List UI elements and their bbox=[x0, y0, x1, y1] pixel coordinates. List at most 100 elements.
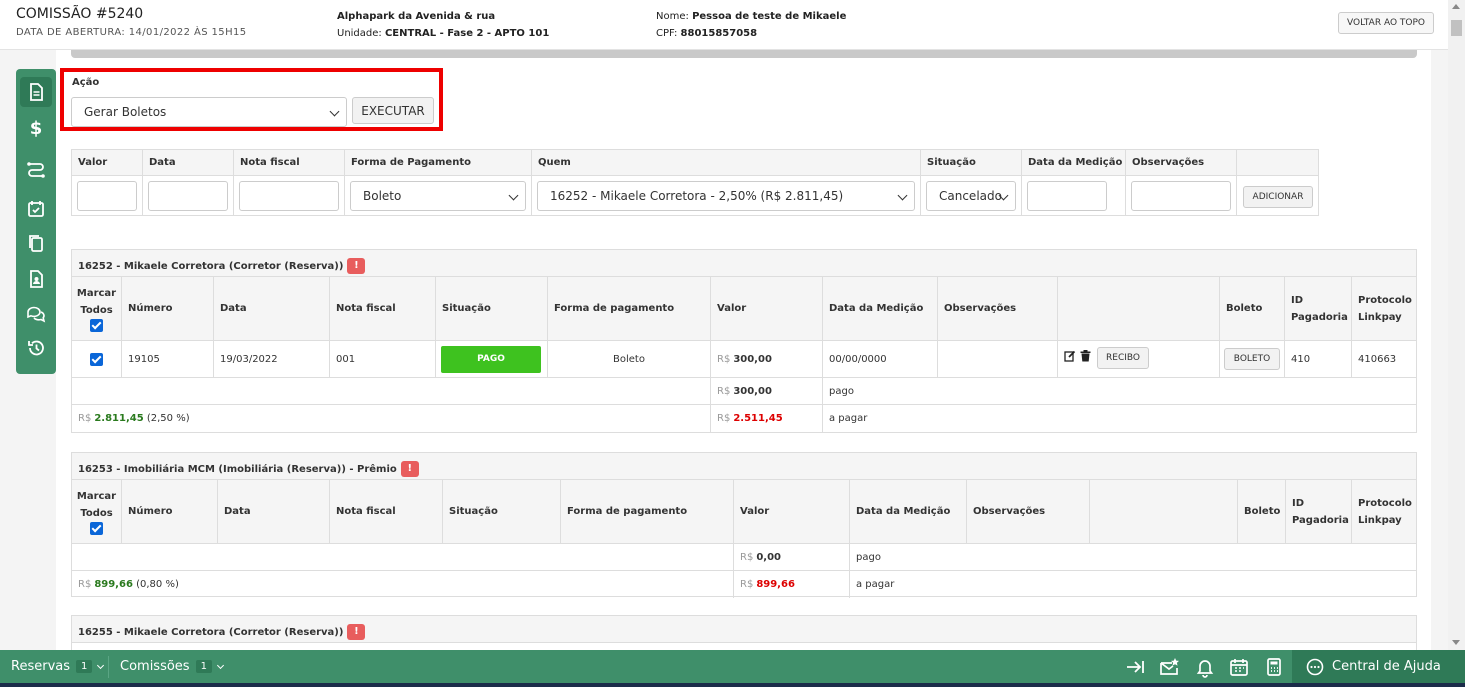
action-box: Ação Gerar Boletos EXECUTAR bbox=[60, 68, 443, 131]
header-valor: Valor bbox=[734, 480, 850, 543]
header-obs: Observações bbox=[967, 480, 1090, 543]
row-actions: RECIBO bbox=[1058, 341, 1220, 377]
row-checkbox-cell bbox=[72, 341, 122, 377]
side-nav: $ bbox=[16, 69, 56, 374]
header-divider bbox=[71, 50, 1417, 58]
valor-input[interactable] bbox=[77, 181, 137, 211]
page-title: COMISSÃO #5240 bbox=[16, 6, 144, 22]
commission-total: R$ 899,66 (0,80 %) bbox=[72, 571, 734, 598]
paid-total-row: R$ 0,00 pago bbox=[72, 544, 1416, 571]
header-id-pagadoria: ID Pagadoria bbox=[1286, 480, 1352, 543]
row-forma: Boleto bbox=[548, 341, 711, 377]
warning-badge[interactable]: ! bbox=[400, 461, 419, 477]
select-all-checkbox[interactable] bbox=[90, 522, 103, 535]
project-info: Alphapark da Avenida & rua Unidade: CENT… bbox=[337, 8, 549, 42]
recibo-button[interactable]: RECIBO bbox=[1097, 347, 1149, 369]
edit-icon[interactable] bbox=[1064, 350, 1076, 362]
header-boleto: Boleto bbox=[1238, 480, 1286, 543]
header-valor: Valor bbox=[711, 277, 823, 340]
bottom-bar: Reservas 1 Comissões 1 Central de Ajuda bbox=[0, 650, 1465, 687]
comissoes-count: 1 bbox=[195, 660, 212, 673]
header-protocolo: Protocolo Linkpay bbox=[1358, 294, 1412, 323]
row-nota: 001 bbox=[330, 341, 436, 377]
header-situacao: Situação bbox=[443, 480, 561, 543]
header-forma: Forma de pagamento bbox=[561, 480, 734, 543]
status-badge: PAGO bbox=[441, 345, 541, 373]
action-select-value: Gerar Boletos bbox=[84, 105, 167, 119]
row-checkbox[interactable] bbox=[90, 352, 103, 366]
execute-button[interactable]: EXECUTAR bbox=[352, 97, 434, 124]
header-situacao: Situação bbox=[436, 277, 548, 340]
comissoes-tab[interactable]: Comissões 1 bbox=[120, 650, 224, 683]
obs-input[interactable] bbox=[1131, 181, 1231, 211]
unit-line: Unidade: CENTRAL - Fase 2 - APTO 101 bbox=[337, 28, 550, 39]
chat-bubble-icon bbox=[1306, 658, 1324, 675]
add-button[interactable]: ADICIONAR bbox=[1243, 186, 1313, 208]
svg-text:$: $ bbox=[30, 118, 43, 138]
medicao-input[interactable] bbox=[1027, 181, 1107, 211]
nota-input[interactable] bbox=[239, 181, 339, 211]
table-header-row: Marcar Todos Número Data Nota fiscal Sit… bbox=[72, 277, 1416, 341]
select-all-checkbox[interactable] bbox=[90, 319, 103, 332]
back-to-top-button[interactable]: VOLTAR AO TOPO bbox=[1338, 12, 1434, 34]
header-data: Data bbox=[214, 277, 330, 340]
header-numero: Número bbox=[122, 480, 218, 543]
copy-icon[interactable] bbox=[20, 228, 52, 258]
chat-icon[interactable] bbox=[20, 299, 52, 329]
project-name: Alphapark da Avenida & rua bbox=[337, 11, 496, 22]
header-data: Data bbox=[218, 480, 330, 543]
document-icon[interactable] bbox=[20, 77, 52, 107]
situacao-select[interactable]: Cancelado bbox=[926, 181, 1016, 211]
paid-total-value: R$ 300,00 bbox=[711, 378, 823, 404]
dollar-icon[interactable]: $ bbox=[20, 113, 52, 143]
forma-select[interactable]: Boleto bbox=[350, 181, 526, 211]
header-boleto: Boleto bbox=[1220, 277, 1285, 340]
route-icon[interactable] bbox=[20, 154, 52, 184]
scroll-thumb[interactable] bbox=[1451, 20, 1462, 36]
header-marcar-todos: Marcar Todos bbox=[72, 277, 122, 340]
scroll-down-arrow[interactable] bbox=[1452, 640, 1460, 645]
action-select[interactable]: Gerar Boletos bbox=[71, 97, 347, 127]
reservas-count: 1 bbox=[76, 660, 93, 673]
history-icon[interactable] bbox=[20, 333, 52, 363]
boleto-button[interactable]: BOLETO bbox=[1224, 348, 1280, 370]
vertical-scrollbar[interactable] bbox=[1448, 0, 1465, 650]
table-header-row: Marcar Todos Número Data Nota fiscal Sit… bbox=[72, 480, 1416, 544]
row-id-pagadoria: 410 bbox=[1285, 341, 1352, 377]
chevron-down-icon bbox=[216, 661, 224, 669]
calculator-icon[interactable] bbox=[1263, 656, 1285, 678]
calendar-icon[interactable] bbox=[1228, 656, 1250, 678]
client-cpf-line: CPF: 88015857058 bbox=[656, 28, 758, 39]
header-bar: COMISSÃO #5240 DATA DE ABERTURA: 14/01/2… bbox=[0, 0, 1448, 50]
row-obs bbox=[938, 341, 1058, 377]
warning-badge[interactable]: ! bbox=[347, 624, 366, 640]
mail-star-icon[interactable] bbox=[1158, 656, 1180, 678]
due-total-row: R$ 899,66 (0,80 %) R$ 899,66 a pagar bbox=[72, 571, 1416, 598]
chevron-down-icon bbox=[97, 661, 105, 669]
warning-badge[interactable]: ! bbox=[347, 258, 366, 274]
chevron-down-icon bbox=[508, 190, 519, 201]
row-medicao: 00/00/0000 bbox=[823, 341, 938, 377]
paid-total-value: R$ 0,00 bbox=[734, 544, 850, 570]
calendar-check-icon[interactable] bbox=[20, 194, 52, 224]
group-title: 16253 - Imobiliária MCM (Imobiliária (Re… bbox=[72, 453, 1416, 480]
contact-icon[interactable] bbox=[20, 264, 52, 294]
client-name-line: Nome: Pessoa de teste de Mikaele bbox=[656, 11, 847, 22]
collapse-icon[interactable] bbox=[1124, 656, 1146, 678]
quem-select[interactable]: 16252 - Mikaele Corretora - 2,50% (R$ 2.… bbox=[537, 181, 915, 211]
reservas-tab[interactable]: Reservas 1 bbox=[11, 650, 105, 683]
bell-icon[interactable] bbox=[1194, 656, 1216, 678]
scroll-up-arrow[interactable] bbox=[1452, 4, 1460, 9]
help-center-button[interactable]: Central de Ajuda bbox=[1292, 650, 1465, 683]
due-label: a pagar bbox=[829, 413, 868, 424]
row-protocolo: 410663 bbox=[1358, 353, 1397, 365]
row-situacao: PAGO bbox=[436, 341, 548, 377]
commission-group-3: 16255 - Mikaele Corretora (Corretor (Res… bbox=[71, 615, 1417, 650]
paid-total-row: R$ 300,00 pago bbox=[72, 378, 1416, 405]
header-protocolo: Protocolo Linkpay bbox=[1358, 497, 1412, 526]
chevron-down-icon bbox=[329, 106, 340, 117]
data-input[interactable] bbox=[148, 181, 228, 211]
due-value: R$ 2.511,45 bbox=[711, 405, 823, 432]
opening-date: DATA DE ABERTURA: 14/01/2022 ÀS 15H15 bbox=[16, 27, 247, 38]
trash-icon[interactable] bbox=[1080, 350, 1091, 362]
